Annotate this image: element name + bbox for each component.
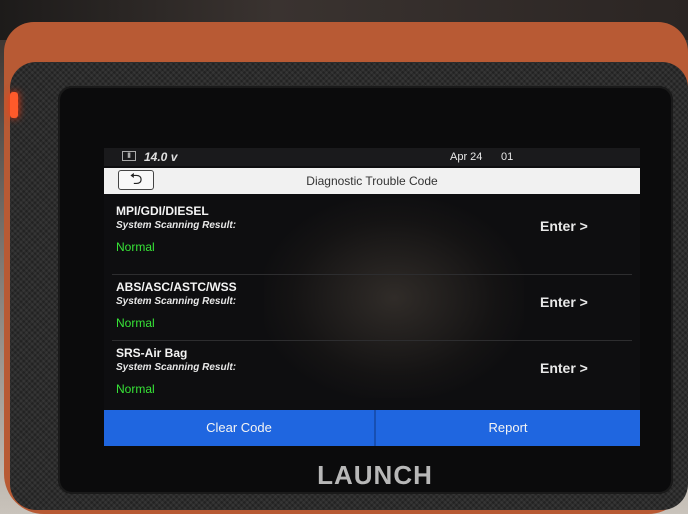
system-row-abs[interactable]: ABS/ASC/ASTC/WSS System Scanning Result:…: [104, 280, 640, 346]
system-status: Normal: [116, 382, 155, 396]
status-bar: ▮ 14.0 v Apr 24 01: [104, 148, 640, 166]
enter-button[interactable]: Enter >: [540, 294, 588, 310]
system-scanning-label: System Scanning Result:: [116, 296, 237, 307]
battery-icon: ▮: [122, 151, 136, 161]
bottom-action-bar: Clear Code Report: [104, 410, 640, 446]
enter-button[interactable]: Enter >: [540, 218, 588, 234]
back-arrow-icon: ⮌: [129, 171, 143, 188]
row-divider: [112, 340, 632, 341]
system-name: SRS-Air Bag: [116, 346, 188, 360]
system-scanning-label: System Scanning Result:: [116, 220, 237, 231]
system-status: Normal: [116, 240, 155, 254]
system-name: ABS/ASC/ASTC/WSS: [116, 280, 237, 294]
enter-button[interactable]: Enter >: [540, 360, 588, 376]
back-button[interactable]: ⮌: [118, 170, 154, 190]
system-name: MPI/GDI/DIESEL: [116, 204, 209, 218]
system-status: Normal: [116, 316, 155, 330]
title-bar: ⮌ Diagnostic Trouble Code: [104, 168, 640, 194]
voltage-readout: 14.0 v: [144, 150, 178, 164]
screen: ▮ 14.0 v Apr 24 01 ⮌ Diagnostic Trouble …: [104, 148, 640, 446]
system-row-mpi[interactable]: MPI/GDI/DIESEL System Scanning Result: N…: [104, 204, 640, 270]
clear-code-button[interactable]: Clear Code: [104, 410, 374, 446]
report-button[interactable]: Report: [376, 410, 640, 446]
status-time: 01: [501, 151, 514, 163]
status-date: Apr 24: [450, 151, 483, 163]
launch-logo: LAUNCH: [317, 460, 433, 490]
system-row-srs[interactable]: SRS-Air Bag System Scanning Result: Norm…: [104, 346, 640, 412]
power-led-indicator: [10, 92, 18, 118]
row-divider: [112, 274, 632, 275]
system-scanning-label: System Scanning Result:: [116, 362, 237, 373]
page-title: Diagnostic Trouble Code: [306, 174, 438, 188]
